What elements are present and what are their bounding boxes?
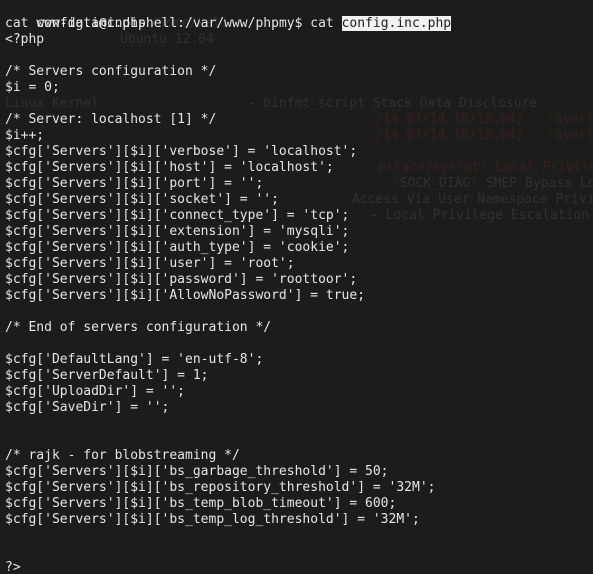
output-line: $cfg['Servers'][$i]['bs_temp_log_thresho…: [5, 512, 420, 527]
prompt-line: www-data@indishell:/var/www/phpmy$ cat c…: [5, 0, 452, 31]
output-line: $cfg['Servers'][$i]['password'] = 'roott…: [5, 272, 358, 287]
ghost-text: 'SOCK_DIAG' SMEP Bypass Lo: [392, 176, 593, 191]
output-line: /* rajk - for blobstreaming */: [5, 448, 240, 463]
ghost-text: - Local Privilege Escalation: [370, 208, 590, 223]
output-line: $cfg['UploadDir'] = '';: [5, 384, 186, 399]
ghost-text: Ubuntu 12.04: [120, 32, 214, 47]
ghost-text: /14.04/14.10/15.04) - 'overlayfs': [375, 112, 593, 127]
output-line: /* Server: localhost [1] */: [5, 112, 217, 127]
output-line: $cfg['Servers'][$i]['AllowNoPassword'] =…: [5, 288, 366, 303]
output-line: $cfg['Servers'][$i]['host'] = 'localhost…: [5, 160, 334, 175]
output-line: $cfg['DefaultLang'] = 'en-utf-8';: [5, 352, 264, 367]
command-name: cat: [310, 16, 334, 31]
output-line: $cfg['ServerDefault'] = 1;: [5, 368, 209, 383]
output-line: $cfg['Servers'][$i]['connect_type'] = 't…: [5, 208, 350, 223]
ghost-text: Linux Kernel - binfmt_script Stack Data …: [5, 96, 538, 111]
output-line: $cfg['Servers'][$i]['bs_repository_thres…: [5, 480, 436, 495]
output-line: $i = 0;: [5, 80, 60, 95]
output-line: $cfg['Servers'][$i]['bs_garbage_threshol…: [5, 464, 389, 479]
ghost-text: /14.04/14.10/15.04) - 'overlayfs': [375, 128, 593, 143]
command-argument-selected[interactable]: config.inc.php: [341, 16, 452, 31]
output-line: ?>: [5, 560, 21, 574]
output-line: $cfg['SaveDir'] = '';: [5, 400, 170, 415]
ghost-text: Access Via User Namespace Privile: [352, 192, 593, 207]
output-line: $cfg['Servers'][$i]['auth_type'] = 'cook…: [5, 240, 350, 255]
terminal-window[interactable]: /home/kali Ubuntu 12.04 Linux Kernel - b…: [0, 0, 593, 574]
output-line: $cfg['Servers'][$i]['port'] = '';: [5, 176, 264, 191]
output-line: /* Servers configuration */: [5, 64, 217, 79]
output-line: $cfg['Servers'][$i]['user'] = 'root';: [5, 256, 295, 271]
echo-line: cat config.inc.php: [5, 16, 146, 31]
output-line: /* End of servers configuration */: [5, 320, 272, 335]
output-line: <?php: [5, 32, 45, 47]
ghost-text: ptrace/sysret' Local Privile: [378, 160, 593, 175]
output-line: $cfg['Servers'][$i]['extension'] = 'mysq…: [5, 224, 350, 239]
output-line: $cfg['Servers'][$i]['socket'] = '';: [5, 192, 279, 207]
output-line: $i++;: [5, 128, 45, 143]
output-line: $cfg['Servers'][$i]['verbose'] = 'localh…: [5, 144, 358, 159]
output-line: $cfg['Servers'][$i]['bs_temp_blob_timeou…: [5, 496, 397, 511]
